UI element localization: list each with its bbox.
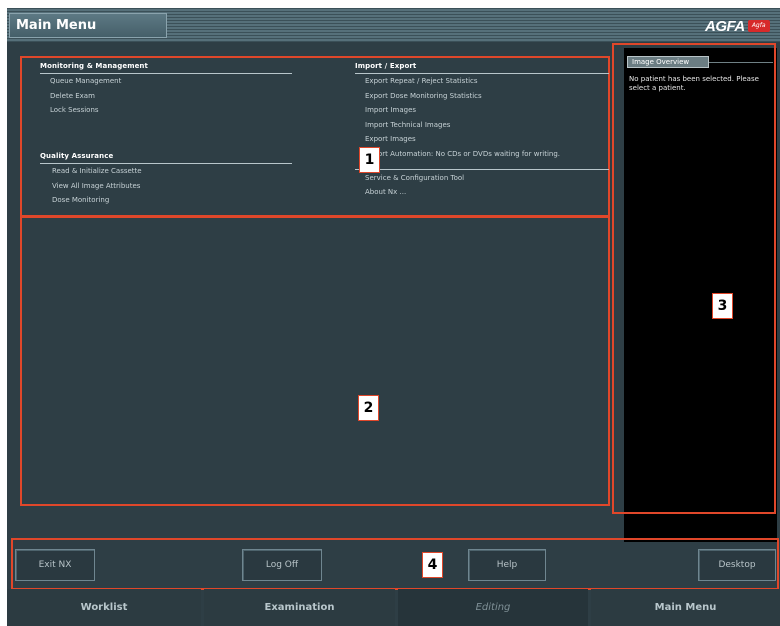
tab-main-menu[interactable]: Main Menu xyxy=(591,589,780,626)
menu-item-about-nx[interactable]: About Nx ... xyxy=(365,185,609,200)
callout-label-2: 2 xyxy=(358,395,379,421)
logo-mark-icon: Agfa xyxy=(747,20,770,32)
menu-item-export-images[interactable]: Export Images xyxy=(365,132,609,147)
tools-divider xyxy=(355,168,609,170)
agfa-logo: AGFA Agfa xyxy=(705,17,770,35)
quality-section: Quality Assurance Read & Initialize Cass… xyxy=(40,152,292,208)
menu-item-export-repeat-reject[interactable]: Export Repeat / Reject Statistics xyxy=(365,74,609,89)
monitoring-heading: Monitoring & Management xyxy=(40,62,148,70)
quality-heading: Quality Assurance xyxy=(40,152,114,160)
menu-item-service-configuration[interactable]: Service & Configuration Tool xyxy=(365,171,609,186)
desktop-button[interactable]: Desktop xyxy=(698,549,776,581)
callout-label-3: 3 xyxy=(712,293,733,319)
menu-item-export-automation[interactable]: Export Automation: No CDs or DVDs waitin… xyxy=(365,147,609,162)
callout-label-1: 1 xyxy=(359,147,380,173)
window-title: Main Menu xyxy=(16,18,97,33)
menu-item-dose-monitoring[interactable]: Dose Monitoring xyxy=(52,193,292,208)
exit-nx-button[interactable]: Exit NX xyxy=(15,549,95,581)
menu-item-lock-sessions[interactable]: Lock Sessions xyxy=(50,103,292,118)
title-bar: Main Menu AGFA Agfa xyxy=(7,8,780,42)
menu-item-import-technical-images[interactable]: Import Technical Images xyxy=(365,118,609,133)
help-button[interactable]: Help xyxy=(468,549,546,581)
monitoring-section: Monitoring & Management Queue Management… xyxy=(40,62,292,118)
menu-item-view-image-attributes[interactable]: View All Image Attributes xyxy=(52,179,292,194)
menu-item-queue-management[interactable]: Queue Management xyxy=(50,74,292,89)
title-box: Main Menu xyxy=(9,13,167,38)
content-panel: 2 xyxy=(20,216,610,506)
main-menu-panel: Monitoring & Management Queue Management… xyxy=(20,56,610,217)
application-window: Main Menu AGFA Agfa Monitoring & Managem… xyxy=(7,8,780,626)
image-overview-highlight: 3 xyxy=(612,43,776,514)
tab-editing[interactable]: Editing xyxy=(398,589,588,626)
logo-text: AGFA xyxy=(705,17,745,35)
menu-item-read-initialize-cassette[interactable]: Read & Initialize Cassette xyxy=(52,164,292,179)
callout-label-4: 4 xyxy=(422,552,443,578)
import-export-heading: Import / Export xyxy=(355,62,417,70)
action-button-bar: Exit NX Log Off 4 Help Desktop xyxy=(11,538,779,590)
menu-item-delete-exam[interactable]: Delete Exam xyxy=(50,89,292,104)
menu-item-import-images[interactable]: Import Images xyxy=(365,103,609,118)
menu-item-export-dose-statistics[interactable]: Export Dose Monitoring Statistics xyxy=(365,89,609,104)
tab-examination[interactable]: Examination xyxy=(204,589,395,626)
tab-worklist[interactable]: Worklist xyxy=(7,589,201,626)
log-off-button[interactable]: Log Off xyxy=(242,549,322,581)
import-export-section: Import / Export Export Repeat / Reject S… xyxy=(355,62,609,200)
